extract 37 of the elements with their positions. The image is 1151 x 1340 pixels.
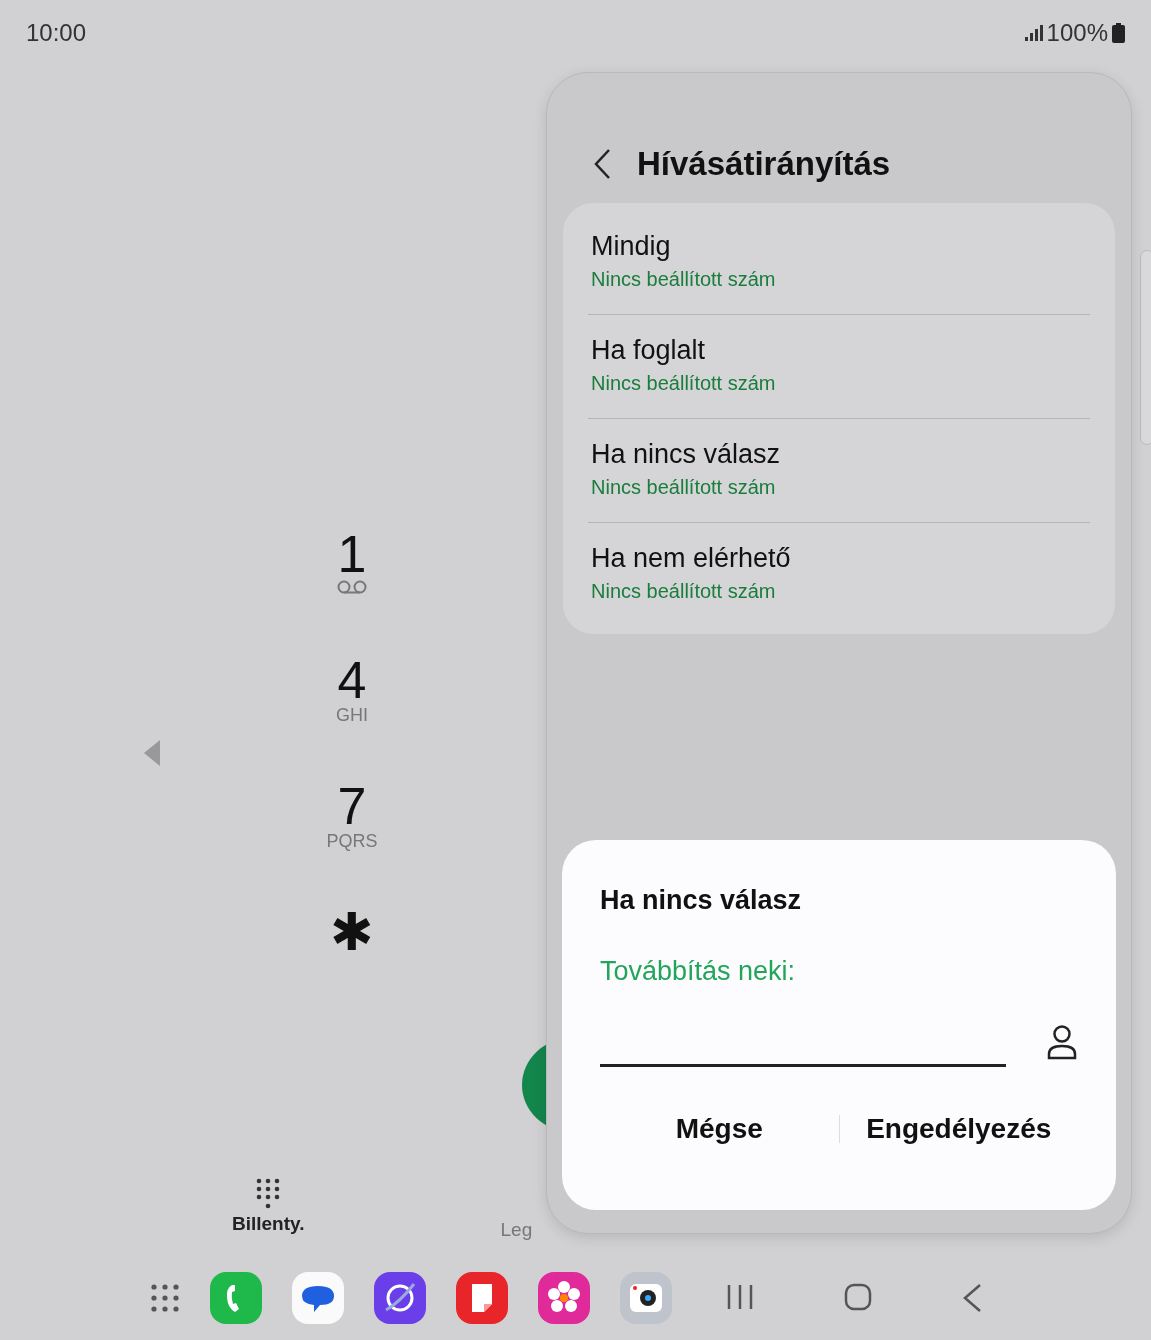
dialog-button[interactable]: Engedélyezés: [839, 1107, 1078, 1151]
camera-app-icon[interactable]: [620, 1272, 672, 1324]
gallery-app-icon[interactable]: [538, 1272, 590, 1324]
keypad-key[interactable]: 7 PQRS: [326, 780, 378, 906]
signal-icon: [1024, 25, 1043, 41]
item-subtitle: Nincs beállított szám: [591, 475, 777, 501]
battery-icon: [1112, 23, 1125, 43]
contact-icon[interactable]: [1046, 1024, 1078, 1060]
item-title[interactable]: Mindig: [591, 229, 1087, 265]
item-title[interactable]: Ha nincs válasz: [591, 437, 1087, 473]
keypad-key[interactable]: 4 GHI: [336, 654, 368, 780]
recent-apps-icon[interactable]: [726, 1283, 754, 1311]
item-subtitle: Nincs beállított szám: [591, 267, 777, 293]
notes-app-icon[interactable]: [456, 1272, 508, 1324]
phone-app-icon[interactable]: [210, 1272, 262, 1324]
item-subtitle: Nincs beállított szám: [591, 579, 777, 605]
keypad-key[interactable]: ✱: [330, 906, 374, 1032]
messages-app-icon[interactable]: [292, 1272, 344, 1324]
dialog-button[interactable]: Mégse: [600, 1107, 839, 1151]
keypad-key[interactable]: 1: [337, 528, 367, 654]
item-title[interactable]: Ha foglalt: [591, 333, 1087, 369]
battery-percent: 100%: [1046, 18, 1108, 48]
home-icon[interactable]: [844, 1283, 872, 1311]
browser-app-icon[interactable]: [374, 1272, 426, 1324]
dialpad-icon: [256, 1178, 281, 1210]
panel-title: Hívásátirányítás: [637, 144, 891, 185]
dialog-title: Ha nincs válasz: [600, 884, 803, 917]
item-title[interactable]: Ha nem elérhető: [591, 541, 1087, 577]
apps-grid-icon[interactable]: [150, 1283, 180, 1313]
voicemail-icon: [337, 580, 367, 594]
panel-handle[interactable]: [1140, 250, 1151, 445]
item-subtitle: Nincs beállított szám: [591, 371, 777, 397]
field-label: Továbbítás neki:: [600, 954, 797, 988]
bottom-tab[interactable]: Billenty.: [232, 1178, 305, 1245]
back-nav-icon[interactable]: [962, 1283, 982, 1313]
clock-time: 10:00: [26, 18, 87, 48]
back-icon[interactable]: [593, 148, 611, 180]
